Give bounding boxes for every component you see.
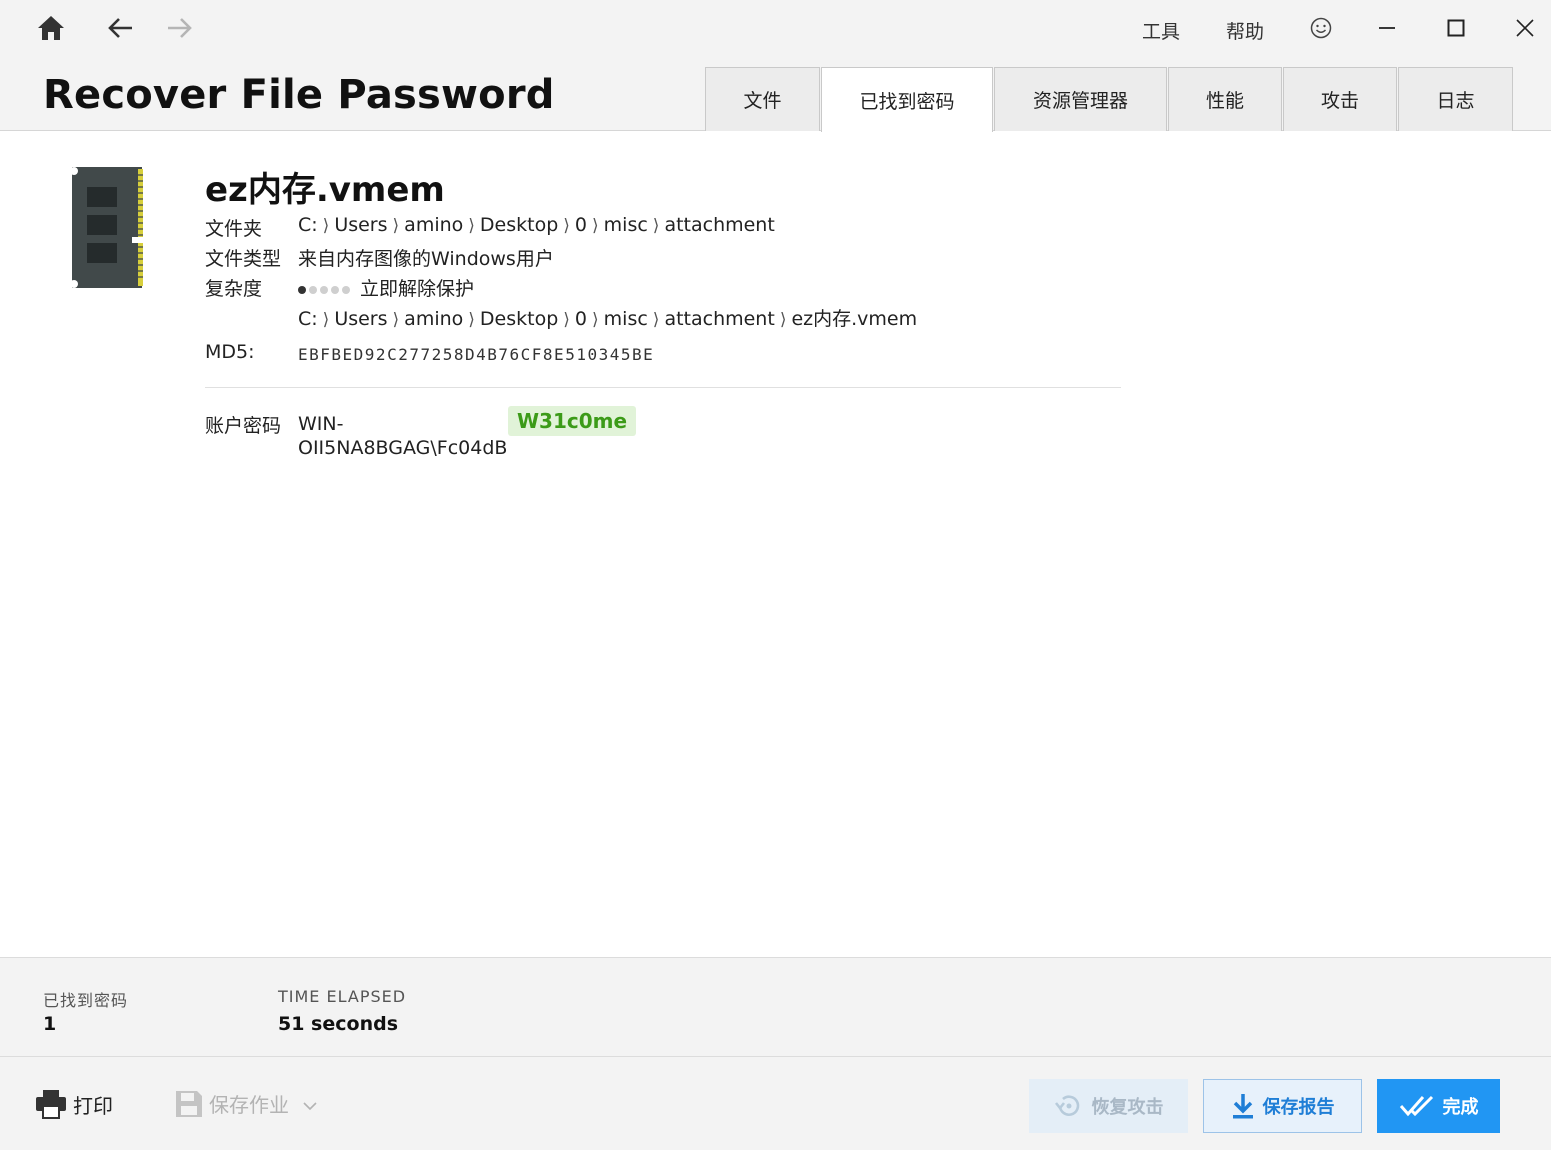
path-separator-icon: ⟩ <box>563 216 570 236</box>
path-separator-icon: ⟩ <box>592 310 599 330</box>
complexity-value: 立即解除保护 <box>298 274 474 301</box>
path-segment: C: <box>298 214 318 236</box>
footer-toolbar: 打印 保存作业 恢复攻击 保存报告 完成 <box>0 1057 1551 1150</box>
path-segment: Users <box>334 214 388 236</box>
file-type-value: 来自内存图像的Windows用户 <box>298 248 554 270</box>
path-segment: amino <box>404 214 464 236</box>
account-name: WIN-OII5NA8BGAG\Fc04dB <box>298 413 508 459</box>
minimize-icon[interactable] <box>1369 10 1405 46</box>
folder-path: C: ⟩ Users ⟩ amino ⟩ Desktop ⟩ 0 ⟩ misc ⟩ attachment <box>298 214 775 236</box>
complexity-dot <box>309 285 317 294</box>
resume-attack-button[interactable]: 恢复攻击 <box>1029 1079 1188 1133</box>
complexity-text: 立即解除保护 <box>360 278 475 300</box>
path-segment: Desktop <box>479 308 559 330</box>
tab-log[interactable]: 日志 <box>1398 67 1513 131</box>
found-count-value: 1 <box>43 1013 57 1035</box>
path-segment: ez内存.vmem <box>791 308 918 330</box>
memory-module-icon <box>70 165 146 290</box>
tab-explorer[interactable]: 资源管理器 <box>994 67 1167 131</box>
save-job-button[interactable]: 保存作业 <box>175 1089 317 1118</box>
path-segment: Desktop <box>479 214 559 236</box>
file-name: ez内存.vmem <box>205 170 445 210</box>
done-button[interactable]: 完成 <box>1377 1079 1500 1133</box>
back-arrow-icon[interactable] <box>102 10 138 46</box>
path-separator-icon: ⟩ <box>779 310 787 330</box>
maximize-icon[interactable] <box>1438 10 1474 46</box>
path-separator-icon: ⟩ <box>563 310 570 330</box>
done-label: 完成 <box>1442 1097 1479 1118</box>
path-segment: 0 <box>574 308 588 330</box>
stats-bar: 已找到密码 1 TIME ELAPSED 51 seconds <box>0 957 1551 1057</box>
path-separator-icon: ⟩ <box>322 216 330 236</box>
resume-icon <box>1054 1095 1079 1116</box>
account-password-label: 账户密码 <box>205 415 282 437</box>
path-segment: misc <box>603 308 648 330</box>
double-check-icon <box>1399 1095 1433 1117</box>
file-type-label: 文件类型 <box>205 248 282 270</box>
menu-tools[interactable]: 工具 <box>1142 17 1180 44</box>
complexity-dot <box>298 285 306 294</box>
close-icon[interactable] <box>1507 10 1543 46</box>
complexity-label: 复杂度 <box>205 278 263 300</box>
md5-value: EBFBED92C277258D4B76CF8E510345BE <box>298 345 655 364</box>
path-separator-icon: ⟩ <box>592 216 599 236</box>
save-report-button[interactable]: 保存报告 <box>1203 1079 1362 1133</box>
print-button[interactable]: 打印 <box>35 1089 113 1119</box>
complexity-dot <box>320 285 328 294</box>
complexity-meter <box>298 285 350 294</box>
path-separator-icon: ⟩ <box>468 216 475 236</box>
tab-attack[interactable]: 攻击 <box>1283 67 1397 131</box>
path-separator-icon: ⟩ <box>322 310 330 330</box>
path-segment: amino <box>404 308 464 330</box>
floppy-disk-icon <box>176 1090 202 1117</box>
found-password[interactable]: W31c0me <box>508 406 637 436</box>
path-separator-icon: ⟩ <box>392 310 400 330</box>
tab-files[interactable]: 文件 <box>705 67 820 131</box>
home-icon[interactable] <box>33 10 69 46</box>
path-separator-icon: ⟩ <box>392 216 400 236</box>
save-job-label: 保存作业 <box>209 1093 289 1117</box>
folder-label: 文件夹 <box>205 218 263 240</box>
resume-attack-label: 恢复攻击 <box>1091 1097 1164 1118</box>
menu-help[interactable]: 帮助 <box>1226 17 1264 44</box>
print-label: 打印 <box>73 1093 113 1118</box>
download-icon <box>1232 1094 1253 1119</box>
path-segment: C: <box>298 308 318 330</box>
time-elapsed-label: TIME ELAPSED <box>278 987 407 1006</box>
path-separator-icon: ⟩ <box>652 310 660 330</box>
printer-icon <box>36 1090 66 1119</box>
app-title: Recover File Password <box>43 72 555 118</box>
section-divider <box>205 387 1121 388</box>
path-separator-icon: ⟩ <box>468 310 475 330</box>
title-bar: 工具 帮助 Recover File Password 文件 已找到密码 资源管… <box>0 0 1551 132</box>
md5-label: MD5: <box>205 341 255 363</box>
tab-bar: 文件 已找到密码 资源管理器 性能 攻击 日志 <box>705 67 1514 132</box>
tab-performance[interactable]: 性能 <box>1168 67 1282 131</box>
time-elapsed-value: 51 seconds <box>278 1013 399 1035</box>
path-segment: Users <box>334 308 388 330</box>
found-count-label: 已找到密码 <box>43 991 129 1010</box>
path-segment: 0 <box>574 214 588 236</box>
path-separator-icon: ⟩ <box>652 216 660 236</box>
complexity-dot <box>342 285 350 294</box>
feedback-smiley-icon[interactable] <box>1303 10 1339 46</box>
tab-found-passwords[interactable]: 已找到密码 <box>821 67 993 132</box>
path-segment: attachment <box>664 214 775 236</box>
forward-arrow-icon[interactable] <box>162 10 198 46</box>
path-segment: attachment <box>664 308 775 330</box>
chevron-down-icon[interactable] <box>303 1092 317 1116</box>
full-file-path: C: ⟩ Users ⟩ amino ⟩ Desktop ⟩ 0 ⟩ misc ⟩ attachment… <box>298 304 917 331</box>
path-segment: misc <box>603 214 648 236</box>
complexity-dot <box>331 285 339 294</box>
save-report-label: 保存报告 <box>1262 1097 1335 1118</box>
